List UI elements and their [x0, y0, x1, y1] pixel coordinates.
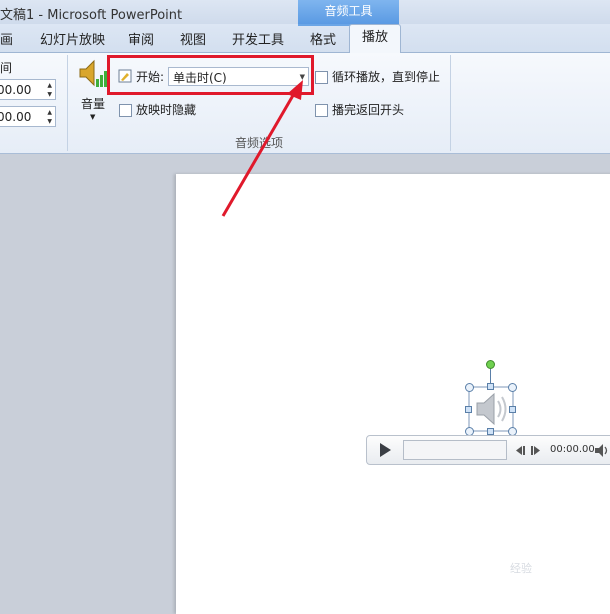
tab-developer[interactable]: 开发工具	[232, 29, 284, 48]
resize-handle[interactable]	[508, 383, 517, 392]
resize-handle[interactable]	[509, 406, 516, 413]
skip-forward-icon[interactable]	[530, 445, 542, 456]
play-icon[interactable]	[377, 442, 393, 458]
resize-handle[interactable]	[465, 383, 474, 392]
volume-label: 音量	[81, 97, 106, 111]
resize-handle[interactable]	[465, 406, 472, 413]
fade-out-value: 00.00	[0, 110, 32, 124]
resize-handle[interactable]	[487, 383, 494, 390]
tab-review[interactable]: 审阅	[128, 29, 154, 48]
audio-playback-bar: 00:00.00	[366, 435, 610, 465]
volume-icon[interactable]	[594, 443, 610, 458]
loop-checkbox[interactable]	[315, 71, 328, 84]
spin-up-icon[interactable]: ▲	[47, 110, 52, 116]
ribbon-tabs: 画 幻灯片放映 审阅 视图 开发工具 格式	[0, 24, 610, 53]
rewind-checkbox[interactable]	[315, 104, 328, 117]
skip-back-icon[interactable]	[514, 445, 526, 456]
volume-button[interactable]: 音量 ▼	[76, 55, 110, 121]
spin-up-icon[interactable]: ▲	[47, 83, 52, 89]
tab-slideshow[interactable]: 幻灯片放映	[40, 29, 105, 48]
tab-format[interactable]: 格式	[310, 29, 336, 48]
rotation-stem	[490, 369, 491, 384]
window-title: 文稿1 - Microsoft PowerPoint	[0, 8, 183, 23]
spin-down-icon[interactable]: ▼	[47, 119, 52, 125]
loop-label: 循环播放，直到停止	[332, 70, 441, 84]
rotation-handle[interactable]	[486, 360, 495, 369]
time-display: 00:00.00	[550, 444, 595, 455]
watermark: 经验	[510, 562, 532, 575]
arrow-annotation	[221, 80, 303, 217]
tab-playback[interactable]: 播放	[349, 24, 401, 54]
rewind-label: 播完返回开头	[332, 103, 405, 117]
fade-out-spinner[interactable]: 00.00 ▲ ▼	[0, 106, 56, 127]
tab-animation[interactable]: 画	[0, 29, 13, 48]
hide-during-show-checkbox[interactable]	[119, 104, 132, 117]
chevron-down-icon: ▼	[90, 113, 96, 121]
slide-canvas[interactable]	[176, 174, 610, 614]
fade-in-spinner[interactable]: 00.00 ▲ ▼	[0, 79, 56, 100]
group-separator	[67, 55, 68, 151]
spin-down-icon[interactable]: ▼	[47, 92, 52, 98]
timing-label: 间	[0, 61, 13, 75]
tab-view[interactable]: 视图	[180, 29, 206, 48]
group-separator	[450, 55, 451, 151]
volume-icon	[79, 59, 107, 87]
progress-track[interactable]	[403, 440, 507, 460]
hide-during-show-label: 放映时隐藏	[136, 103, 197, 117]
audio-tools-context-group: 音频工具	[298, 0, 399, 24]
resize-handle[interactable]	[487, 428, 494, 435]
fade-in-value: 00.00	[0, 83, 32, 97]
